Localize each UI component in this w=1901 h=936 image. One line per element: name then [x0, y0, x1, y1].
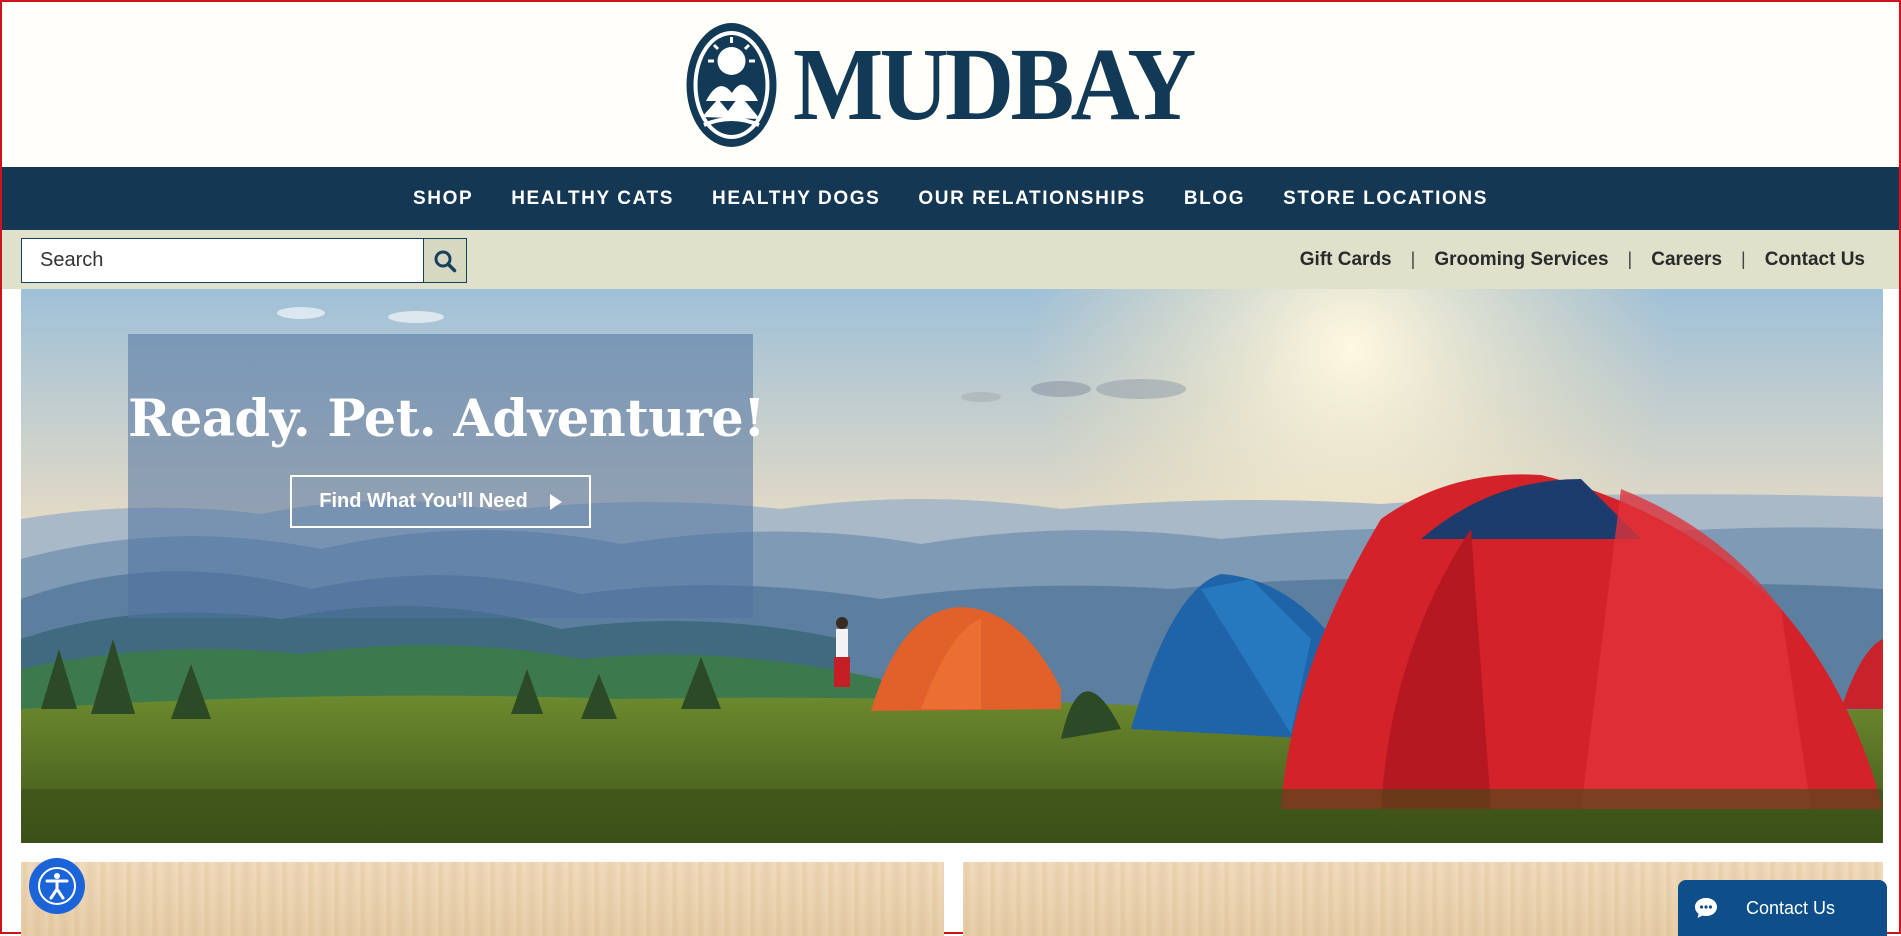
search-form [21, 238, 467, 283]
chat-label: Contact Us [1746, 897, 1836, 918]
nav-item-healthy-dogs[interactable]: HEALTHY DOGS [693, 188, 899, 210]
site-header: MUDBAY [2, 2, 1899, 167]
promo-card-left[interactable] [21, 862, 944, 936]
util-link-grooming-services[interactable]: Grooming Services [1434, 249, 1608, 271]
chat-bubble-icon [1695, 898, 1717, 918]
search-button[interactable] [423, 239, 466, 282]
hero-title: Ready. Pet. Adventure! [128, 389, 766, 449]
accessibility-icon [38, 867, 76, 905]
separator: | [1410, 249, 1416, 269]
main-nav: SHOP HEALTHY CATS HEALTHY DOGS OUR RELAT… [2, 167, 1899, 230]
chat-contact-button[interactable]: Contact Us [1678, 880, 1887, 936]
nav-item-healthy-cats[interactable]: HEALTHY CATS [492, 188, 693, 210]
hero-overlay-box: Ready. Pet. Adventure! Find What You'll … [128, 334, 766, 618]
util-link-gift-cards[interactable]: Gift Cards [1300, 249, 1392, 271]
search-input[interactable] [22, 239, 423, 282]
site-logo[interactable]: MUDBAY [684, 21, 1227, 149]
nav-item-shop[interactable]: SHOP [394, 188, 492, 210]
utility-links: Gift Cards | Grooming Services | Careers… [1300, 230, 1865, 289]
nav-item-blog[interactable]: BLOG [1165, 188, 1264, 210]
util-link-contact-us[interactable]: Contact Us [1765, 249, 1865, 271]
hero-banner[interactable]: Ready. Pet. Adventure! Find What You'll … [21, 289, 1883, 843]
utility-bar: Gift Cards | Grooming Services | Careers… [2, 230, 1899, 289]
mudbay-emblem-icon [686, 22, 777, 147]
nav-item-store-locations[interactable]: STORE LOCATIONS [1264, 188, 1507, 210]
play-arrow-icon [549, 493, 562, 510]
nav-item-our-relationships[interactable]: OUR RELATIONSHIPS [899, 188, 1164, 210]
separator: | [1741, 249, 1746, 269]
hero-cta-button[interactable]: Find What You'll Need [290, 475, 591, 528]
hero-cta-label: Find What You'll Need [319, 490, 528, 512]
util-link-careers[interactable]: Careers [1651, 249, 1722, 271]
separator: | [1627, 249, 1633, 269]
search-icon [434, 250, 457, 272]
wood-background [21, 862, 944, 936]
accessibility-button[interactable] [29, 858, 85, 914]
logo-wordmark: MUDBAY [792, 26, 1196, 142]
